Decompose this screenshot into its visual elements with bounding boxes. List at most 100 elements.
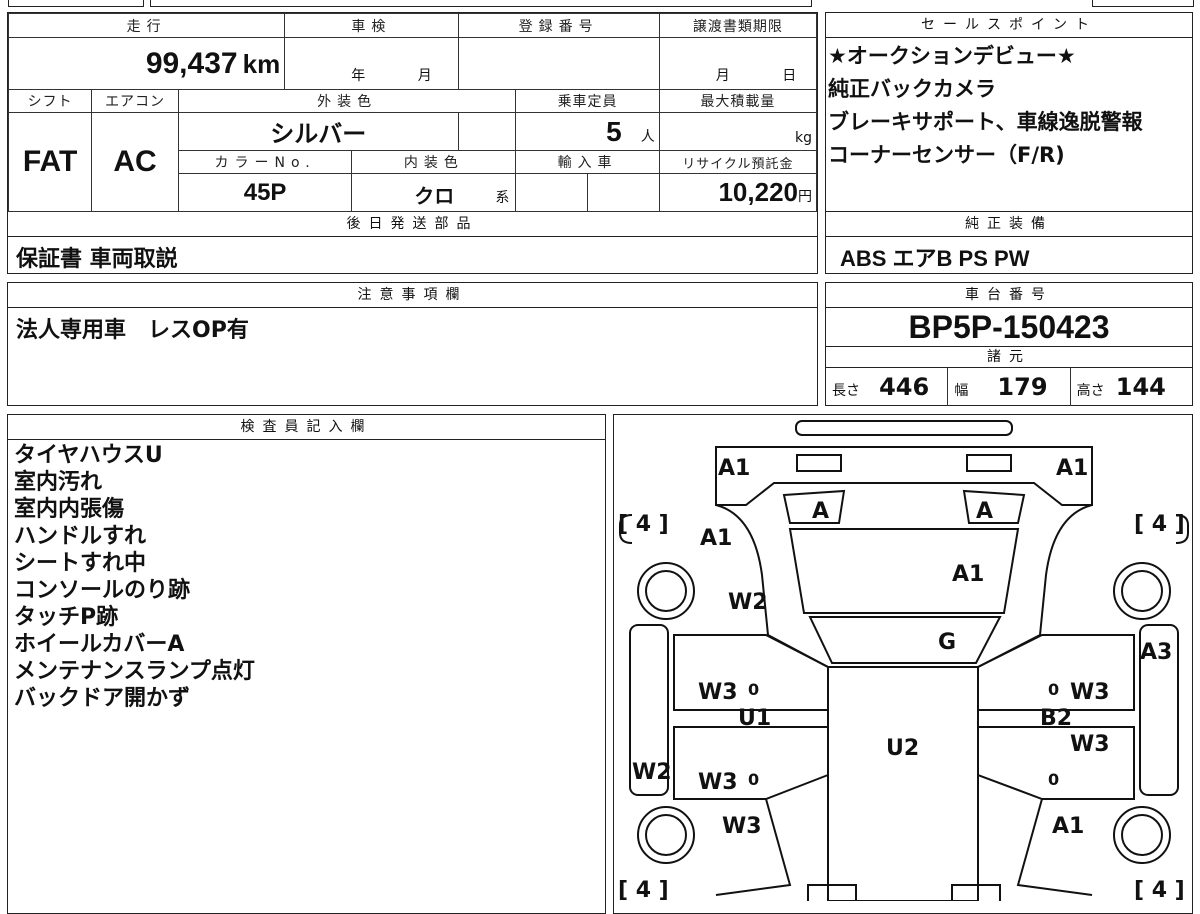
rear-light-right [951,884,1001,901]
mark-a-right: A [976,499,993,524]
sales-point-line: コーナーセンサー（F/R) [828,143,1065,167]
capacity-cell: 5 人 [515,112,660,151]
inspection-label: 車検 [284,13,459,38]
color-no-label: カラーNo. [177,150,353,174]
inspector-line: ホイールカバーA [14,632,185,657]
chassis-title: 車台番号 [826,283,1192,308]
left-headlight [796,454,842,472]
exterior-color-label: 外装色 [177,89,517,113]
shift-value: FAT [7,112,93,212]
transfer-deadline-cell: 月 日 [658,37,818,90]
standard-equipment-text: ABS エアB PS PW [840,246,1030,271]
inspector-list: タイヤハウスU 室内汚れ 室内内張傷 ハンドルすれ シートすれ中 コンソールのり… [8,440,605,714]
notes-section: 注意事項欄 法人専用車 レスOP有 [7,282,818,406]
mark-w3-front-left-door: W3 [698,680,738,705]
capacity-label: 乗車定員 [515,89,660,113]
spec-length: 長さ 446 [826,368,949,406]
mark-w3-rear-right-door: W3 [1070,732,1110,757]
registration-value [457,37,660,90]
transfer-day-unit: 日 [782,68,797,84]
spec-width: 幅 179 [948,368,1071,406]
import-label: 輸入車 [515,150,660,174]
front-bumper-outline [795,420,1013,436]
mark-w2-side-left: W2 [632,760,672,785]
shift-label: シフト [7,89,93,113]
chassis-number: BP5P-150423 [826,308,1192,347]
inspector-section: 検査員記入欄 タイヤハウスU 室内汚れ 室内内張傷 ハンドルすれ シートすれ中 … [7,414,606,914]
specs-row: 長さ 446 幅 179 高さ 144 [826,368,1192,406]
right-headlight [966,454,1012,472]
inspector-line: ハンドルすれ [14,524,147,549]
recycle-unit: 円 [798,189,812,205]
sales-point-line: 純正バックカメラ [828,77,996,101]
mark-w3-front-right-door: W3 [1070,680,1110,705]
exterior-color-extra [457,112,517,151]
interior-color-cell: クロ 系 [351,173,517,212]
mark-w2-fender-left: W2 [728,590,768,615]
mark-a1-rear-right: A1 [1052,814,1084,839]
mark-a1-fender-left: A1 [700,526,732,551]
inspector-line: タイヤハウスU [14,443,163,468]
tire-tread-rear-left: [ 4 ] [618,878,669,901]
mark-u1-left: U1 [738,706,771,731]
sales-point-line: ★オークションデビュー★ [828,44,1076,68]
top-strip [0,0,1200,8]
tire-tread-rear-right: [ 4 ] [1134,878,1185,901]
spec-height-label: 高さ [1076,383,1105,399]
mark-a3-right: A3 [1140,640,1172,665]
mark-w3-rear-left-quarter: W3 [722,814,762,839]
interior-color-suffix: 系 [495,190,510,206]
tire-tread-front-right: [ 4 ] [1134,512,1185,537]
standard-equipment-title: 純正装備 [826,212,1192,237]
inspector-line: 室内汚れ [14,470,103,495]
spec-height: 高さ 144 [1071,368,1192,406]
later-parts-title: 後日発送部品 [8,212,817,237]
interior-color-value: クロ [414,184,455,208]
zero-mark: 0 [1048,770,1059,789]
main-info-table: 走行 車検 登録番号 譲渡書類期限 99,437 km 年 月 月 日 シフト … [7,12,818,212]
capacity-value: 5 [606,115,622,147]
chassis-section: 車台番号 BP5P-150423 諸元 長さ 446 幅 179 高さ 144 [825,282,1193,406]
max-load-label: 最大積載量 [658,89,818,113]
inspection-year-unit: 年 [351,68,366,84]
exterior-color-value: シルバー [177,112,459,151]
inspector-line: タッチP跡 [14,605,119,630]
spec-height-value: 144 [1115,373,1166,401]
aircon-value: AC [91,112,179,212]
sales-points-section: セールスポイント ★オークションデビュー★ 純正バックカメラ ブレーキサポート、… [825,12,1193,212]
inspector-title: 検査員記入欄 [8,415,605,440]
spec-width-label: 幅 [954,383,969,399]
mileage-cell: 99,437 km [7,37,286,90]
windshield-outline [808,616,1002,664]
mark-u2-roof: U2 [886,736,919,761]
notes-title: 注意事項欄 [8,283,817,308]
front-panel-outline [715,446,1093,506]
inspection-month-unit: 月 [417,68,432,84]
later-parts-section: 後日発送部品 保証書 車両取説 [7,212,818,274]
registration-label: 登録番号 [457,13,660,38]
sales-points-title: セールスポイント [826,13,1192,38]
specs-title: 諸元 [826,347,1192,368]
standard-equipment-section: 純正装備 ABS エアB PS PW [825,212,1193,274]
max-load-unit: kg [795,130,812,146]
right-grille [962,489,1026,524]
spec-length-value: 446 [879,373,930,401]
inspector-line: メンテナンスランプ点灯 [14,659,255,684]
rear-light-left [807,884,857,901]
mark-g-windshield: G [938,630,956,655]
mileage-unit: km [242,48,281,79]
car-diagram: 0 0 0 0 A1 A1 A A A1 A1 W2 G A3 W3 U1 W3… [618,420,1189,901]
aircon-label: エアコン [91,89,179,113]
wheel-rear-left-inner [645,814,687,856]
wheel-front-left-inner [645,570,687,612]
transfer-deadline-label: 譲渡書類期限 [658,13,818,38]
interior-color-label: 内装色 [351,150,517,174]
sales-point-line: ブレーキサポート、車線逸脱警報 [828,110,1143,134]
mark-b2-right: B2 [1040,706,1072,731]
import-cell-a [515,173,589,212]
wheel-front-right-inner [1121,570,1163,612]
inspector-line: 室内内張傷 [14,497,125,522]
spec-length-label: 長さ [832,383,860,399]
recycle-cell: 10,220円 [658,173,818,212]
mark-a1-front-right: A1 [1056,456,1088,481]
